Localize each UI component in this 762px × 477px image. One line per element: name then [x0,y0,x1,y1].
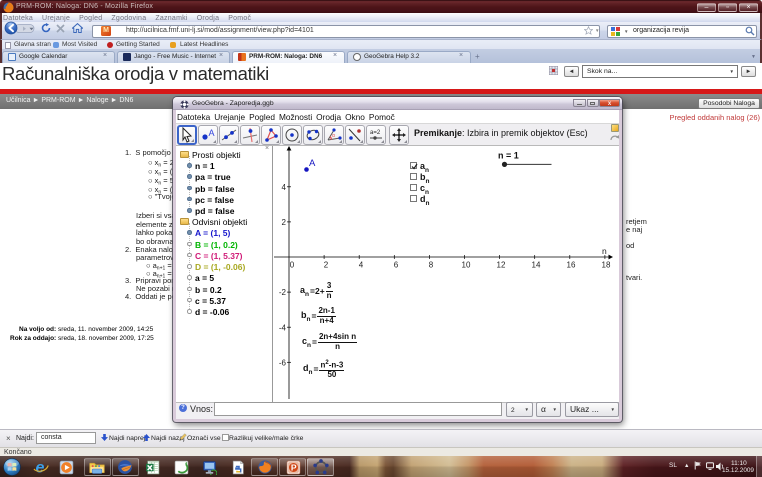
svg-text:n = 1: n = 1 [498,151,519,161]
svg-text:A: A [309,158,316,169]
svg-text:2: 2 [282,218,287,227]
svg-text:4: 4 [282,183,287,192]
svg-text:P: P [290,462,296,472]
svg-text:4: 4 [359,261,364,270]
svg-text:-6: -6 [279,358,287,367]
svg-text:0: 0 [290,261,295,270]
svg-text:10: 10 [462,261,471,270]
svg-text:a=2: a=2 [370,130,381,136]
svg-text:18: 18 [602,261,611,270]
svg-text:A: A [209,128,215,138]
svg-text:-4: -4 [279,323,287,332]
svg-text:α: α [332,133,335,139]
svg-text:n: n [602,246,607,256]
svg-text:-2: -2 [279,288,287,297]
svg-text:12: 12 [497,261,506,270]
svg-text:e: e [36,459,45,475]
svg-text:6: 6 [394,261,399,270]
svg-text:2: 2 [324,261,329,270]
svg-text:8: 8 [429,261,434,270]
svg-text:14: 14 [532,261,541,270]
svg-text:16: 16 [567,261,576,270]
